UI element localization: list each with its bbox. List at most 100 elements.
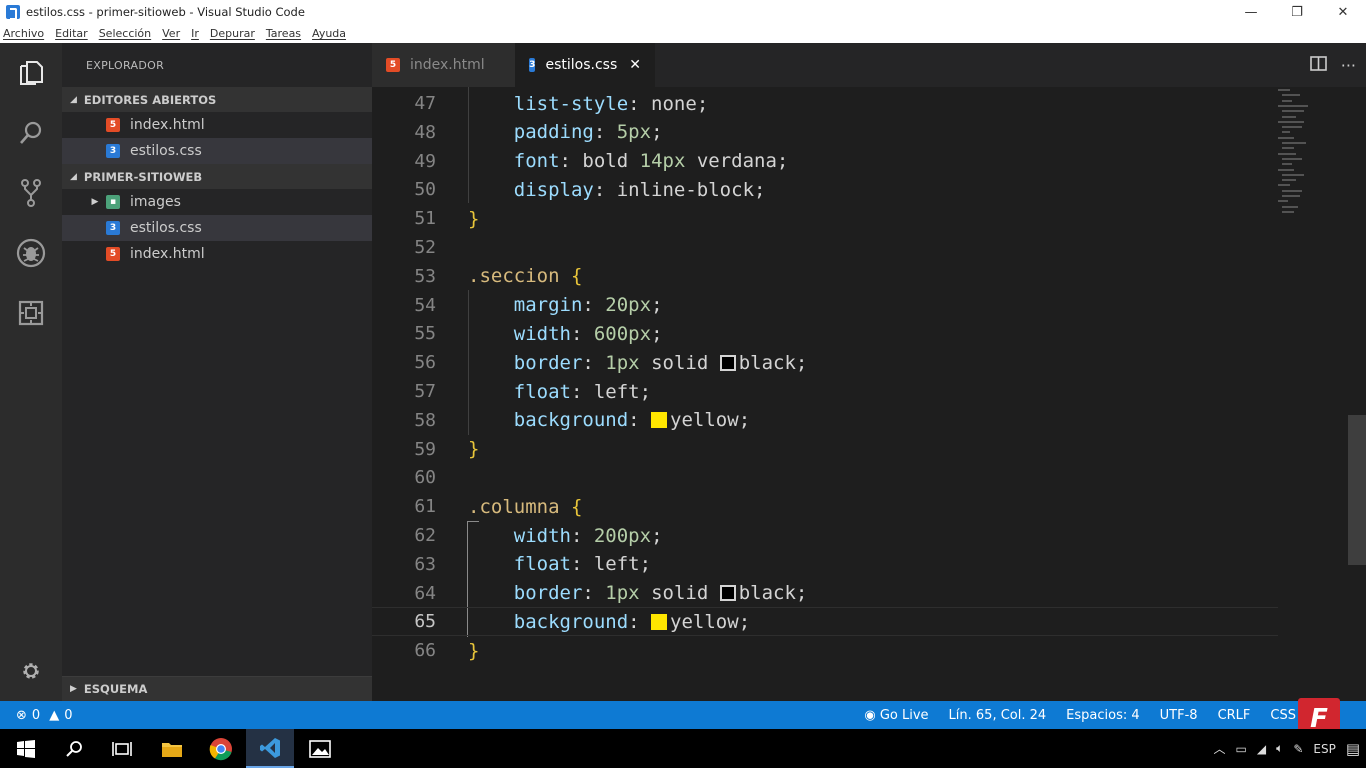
code-line[interactable]: 55 width: 600px; — [372, 319, 1278, 348]
tab-index-html[interactable]: 5 index.html — [372, 43, 515, 87]
color-swatch-black[interactable] — [719, 585, 736, 602]
open-editor-index-html[interactable]: 5 index.html — [62, 112, 372, 138]
code-line[interactable]: 66} — [372, 636, 1278, 665]
html-file-icon: 5 — [106, 247, 120, 261]
encoding[interactable]: UTF-8 — [1160, 708, 1198, 723]
open-editor-estilos-css[interactable]: 3 estilos.css — [62, 138, 372, 164]
code-line[interactable]: 65 background: yellow; — [372, 607, 1278, 637]
code-line[interactable]: 54 margin: 20px; — [372, 291, 1278, 320]
task-view-icon[interactable] — [98, 729, 146, 768]
menu-ir[interactable]: Ir — [191, 27, 199, 40]
volume-icon[interactable]: 🔈︎ — [1276, 741, 1283, 756]
minimap-line — [1282, 115, 1296, 118]
indentation[interactable]: Espacios: 4 — [1066, 708, 1139, 723]
css-file-icon: 3 — [106, 221, 120, 235]
code-line[interactable]: 47 list-style: none; — [372, 89, 1278, 118]
image-folder-icon: ▪ — [106, 195, 120, 209]
gear-icon[interactable] — [13, 653, 49, 689]
minimap-line — [1282, 94, 1300, 97]
menu-ayuda[interactable]: Ayuda — [312, 27, 346, 40]
pen-icon[interactable]: ✎ — [1293, 742, 1303, 756]
code-line[interactable]: 63 float: left; — [372, 550, 1278, 579]
code-editor[interactable]: 47 list-style: none; 48 padding: 5px; 49 f… — [372, 87, 1366, 701]
code-line[interactable]: 49 font: bold 14px verdana; — [372, 147, 1278, 176]
maximize-button[interactable]: ❐ — [1274, 0, 1320, 24]
extensions-icon[interactable] — [13, 295, 49, 331]
minimap-line — [1282, 189, 1302, 192]
color-swatch-yellow[interactable] — [651, 412, 668, 429]
code-line[interactable]: 51} — [372, 204, 1278, 233]
notifications-icon[interactable]: ▤ — [1346, 740, 1360, 758]
open-editors-section[interactable]: ◢ EDITORES ABIERTOS — [62, 87, 372, 112]
color-swatch-black[interactable] — [719, 354, 736, 371]
file-explorer-icon[interactable] — [148, 729, 196, 768]
tab-estilos-css[interactable]: 3 estilos.css ✕ — [515, 43, 655, 87]
debug-icon[interactable] — [13, 235, 49, 271]
code-line[interactable]: 52 — [372, 233, 1278, 262]
code-line[interactable]: 57 float: left; — [372, 377, 1278, 406]
code-line[interactable]: 48 padding: 5px; — [372, 118, 1278, 147]
project-section[interactable]: ◢ PRIMER-SITIOWEB — [62, 164, 372, 189]
minimap-line — [1282, 99, 1292, 102]
code-line[interactable]: 59} — [372, 435, 1278, 464]
css-file-icon: 3 — [529, 58, 536, 72]
minimap[interactable] — [1278, 87, 1348, 701]
color-swatch-yellow[interactable] — [651, 613, 668, 630]
file-index-html[interactable]: 5 index.html — [62, 241, 372, 267]
network-icon[interactable]: ▭ — [1236, 742, 1247, 756]
minimize-button[interactable]: — — [1228, 0, 1274, 24]
close-button[interactable]: ✕ — [1320, 0, 1366, 24]
line-code: float: left; — [513, 553, 652, 576]
go-live-button[interactable]: ◉ Go Live — [864, 708, 928, 723]
scrollbar-thumb[interactable] — [1348, 415, 1366, 565]
file-label: index.html — [130, 246, 205, 262]
language-mode[interactable]: CSS — [1270, 708, 1296, 723]
line-number: 50 — [414, 179, 436, 201]
line-ending[interactable]: CRLF — [1218, 708, 1251, 723]
line-number: 56 — [414, 352, 436, 374]
source-control-icon[interactable] — [13, 175, 49, 211]
code-line[interactable]: 58 background: yellow; — [372, 406, 1278, 435]
windows-start-icon[interactable] — [2, 729, 50, 768]
cursor-position[interactable]: Lín. 65, Col. 24 — [949, 708, 1047, 723]
outline-section[interactable]: ▶ ESQUEMA — [62, 676, 372, 701]
file-estilos-css[interactable]: 3 estilos.css — [62, 215, 372, 241]
problems-indicator[interactable]: ⊗ 0 ▲ 0 — [0, 708, 72, 723]
code-line[interactable]: 56 border: 1px solid black; — [372, 348, 1278, 377]
editor-tabs: 5 index.html 3 estilos.css ✕ ··· — [372, 43, 1366, 87]
line-code: .seccion { — [468, 265, 583, 288]
html-file-icon: 5 — [386, 58, 400, 72]
html-file-icon: 5 — [106, 118, 120, 132]
code-line[interactable]: 50 display: inline-block; — [372, 175, 1278, 204]
code-line[interactable]: 53 .seccion { — [372, 262, 1278, 291]
menu-archivo[interactable]: Archivo — [3, 27, 44, 40]
search-icon[interactable] — [13, 115, 49, 151]
menu-tareas[interactable]: Tareas — [266, 27, 301, 40]
explorer-header: EXPLORADOR — [86, 58, 165, 72]
code-line[interactable]: 61 .columna { — [372, 492, 1278, 521]
code-line[interactable]: 64 border: 1px solid black; — [372, 579, 1278, 608]
tray-expand-icon[interactable]: ︿ — [1214, 740, 1226, 757]
menu-seleccion[interactable]: Selección — [99, 27, 151, 40]
close-tab-icon[interactable]: ✕ — [629, 57, 641, 73]
chrome-icon[interactable] — [197, 729, 245, 768]
code-line[interactable]: 62 width: 200px; — [372, 521, 1278, 550]
line-code: } — [468, 639, 480, 662]
split-editor-icon[interactable] — [1309, 55, 1327, 75]
more-actions-icon[interactable]: ··· — [1341, 56, 1356, 75]
code-line[interactable]: 60 — [372, 463, 1278, 492]
language-indicator[interactable]: ESP — [1313, 742, 1335, 756]
folder-images[interactable]: ▶ ▪ images — [62, 189, 372, 215]
wifi-icon[interactable]: ◢ — [1257, 742, 1266, 756]
menu-depurar[interactable]: Depurar — [210, 27, 255, 40]
photos-icon[interactable] — [296, 729, 344, 768]
status-bar: ⊗ 0 ▲ 0 ◉ Go Live Lín. 65, Col. 24 Espac… — [0, 698, 1366, 740]
vertical-scrollbar[interactable] — [1348, 87, 1366, 701]
minimap-line — [1278, 152, 1296, 155]
menu-ver[interactable]: Ver — [162, 27, 180, 40]
search-icon[interactable] — [50, 729, 98, 768]
menu-editar[interactable]: Editar — [55, 27, 88, 40]
chevron-right-icon: ▶ — [70, 684, 77, 694]
vscode-icon[interactable] — [246, 729, 294, 768]
explorer-icon[interactable] — [13, 55, 49, 91]
